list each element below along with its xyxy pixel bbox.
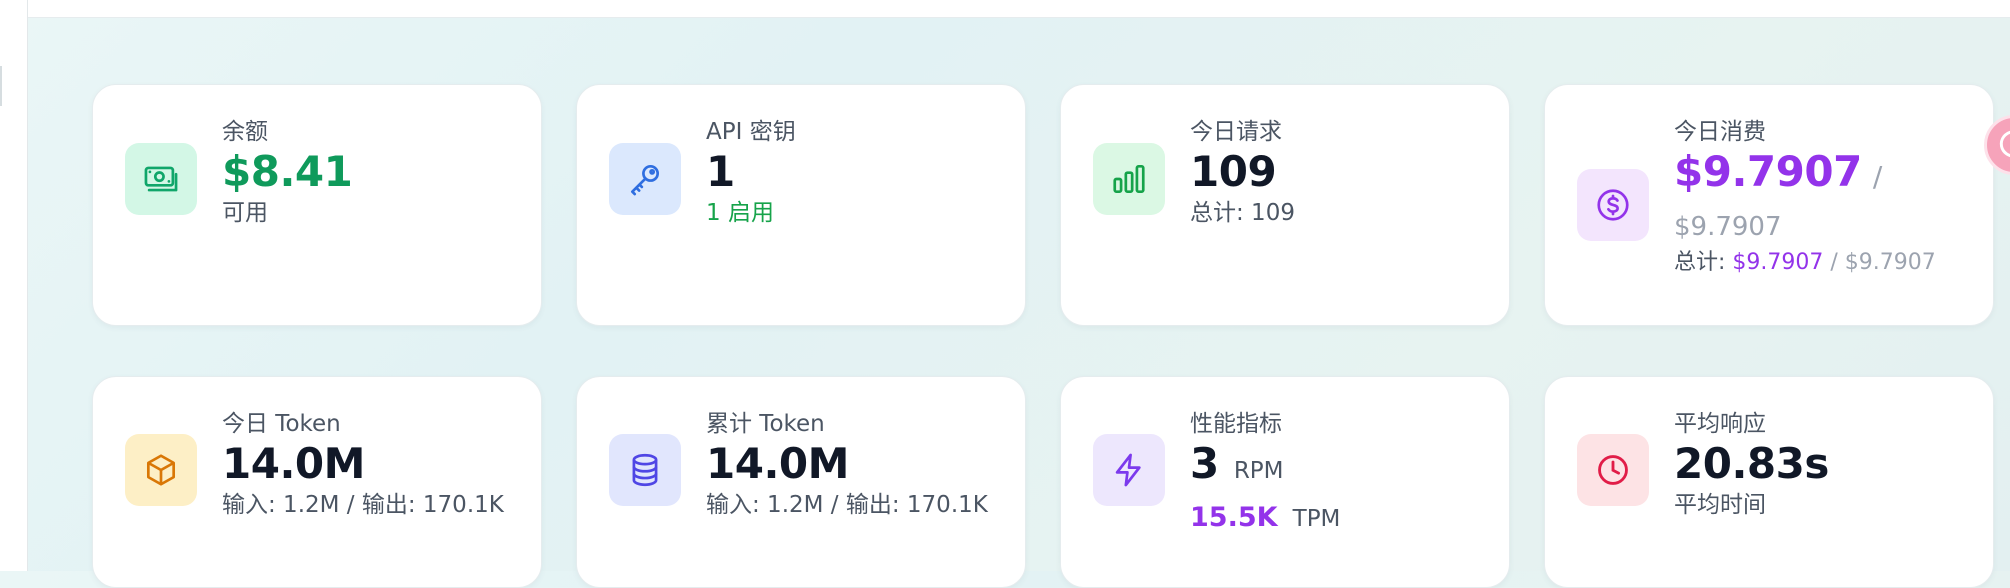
today-token-label: 今日 Token xyxy=(222,411,341,437)
today-spend-card: 今日消费 $9.7907 / $9.7907 总计: $9.7907 / $9.… xyxy=(1544,84,1994,326)
cube-icon xyxy=(125,434,197,506)
key-icon xyxy=(609,143,681,215)
rpm-unit: RPM xyxy=(1233,458,1284,484)
api-key-card: API 密钥 1 1 启用 xyxy=(576,84,1026,326)
performance-card: 性能指标 3 RPM 15.5K TPM xyxy=(1060,376,1510,588)
total-spend-separator: / xyxy=(1823,250,1845,275)
today-requests-sub: 总计: 109 xyxy=(1190,200,1295,226)
today-requests-label: 今日请求 xyxy=(1190,119,1282,145)
bar-chart-icon xyxy=(1093,143,1165,215)
api-key-label: API 密钥 xyxy=(706,119,796,145)
database-icon xyxy=(609,434,681,506)
today-requests-card: 今日请求 109 总计: 109 xyxy=(1060,84,1510,326)
today-spend-separator: / xyxy=(1872,160,1883,193)
total-token-sub: 输入: 1.2M / 输出: 170.1K xyxy=(706,492,988,518)
avg-response-sub: 平均时间 xyxy=(1674,492,1766,518)
lightning-icon xyxy=(1093,434,1165,506)
performance-label: 性能指标 xyxy=(1190,411,1282,437)
balance-value: $8.41 xyxy=(222,147,353,196)
total-spend-value: $9.7907 xyxy=(1732,250,1824,275)
tpm-value: 15.5K xyxy=(1190,502,1278,533)
total-token-value: 14.0M xyxy=(706,439,849,488)
total-prefix: 总计: xyxy=(1674,250,1733,275)
rpm-value: 3 xyxy=(1190,439,1219,488)
top-bar xyxy=(0,0,2010,18)
today-token-sub: 输入: 1.2M / 输出: 170.1K xyxy=(222,492,504,518)
total-token-card: 累计 Token 14.0M 输入: 1.2M / 输出: 170.1K xyxy=(576,376,1026,588)
today-spend-label: 今日消费 xyxy=(1674,119,1766,145)
balance-sub: 可用 xyxy=(222,200,268,226)
avg-response-card: 平均响应 20.83s 平均时间 xyxy=(1544,376,1994,588)
sidebar-edge xyxy=(0,66,2,106)
today-requests-value: 109 xyxy=(1190,147,1277,196)
balance-card: 余额 $8.41 可用 xyxy=(92,84,542,326)
balance-label: 余额 xyxy=(222,119,268,145)
clock-icon xyxy=(1577,434,1649,506)
today-token-value: 14.0M xyxy=(222,439,365,488)
today-token-card: 今日 Token 14.0M 输入: 1.2M / 输出: 170.1K xyxy=(92,376,542,588)
api-key-value: 1 xyxy=(706,147,735,196)
today-spend-limit: $9.7907 xyxy=(1674,212,1782,242)
left-sidebar xyxy=(0,0,28,571)
today-spend-total: 总计: $9.7907 / $9.7907 xyxy=(1674,248,1983,278)
total-token-label: 累计 Token xyxy=(706,411,825,437)
api-key-sub: 1 启用 xyxy=(706,200,774,226)
avg-response-value: 20.83s xyxy=(1674,439,1829,488)
avg-response-label: 平均响应 xyxy=(1674,411,1766,437)
dollar-circle-icon xyxy=(1577,169,1649,241)
today-spend-value: $9.7907 xyxy=(1674,147,1862,196)
total-spend-limit: $9.7907 xyxy=(1844,250,1936,275)
money-icon xyxy=(125,143,197,215)
tpm-unit: TPM xyxy=(1292,506,1341,532)
